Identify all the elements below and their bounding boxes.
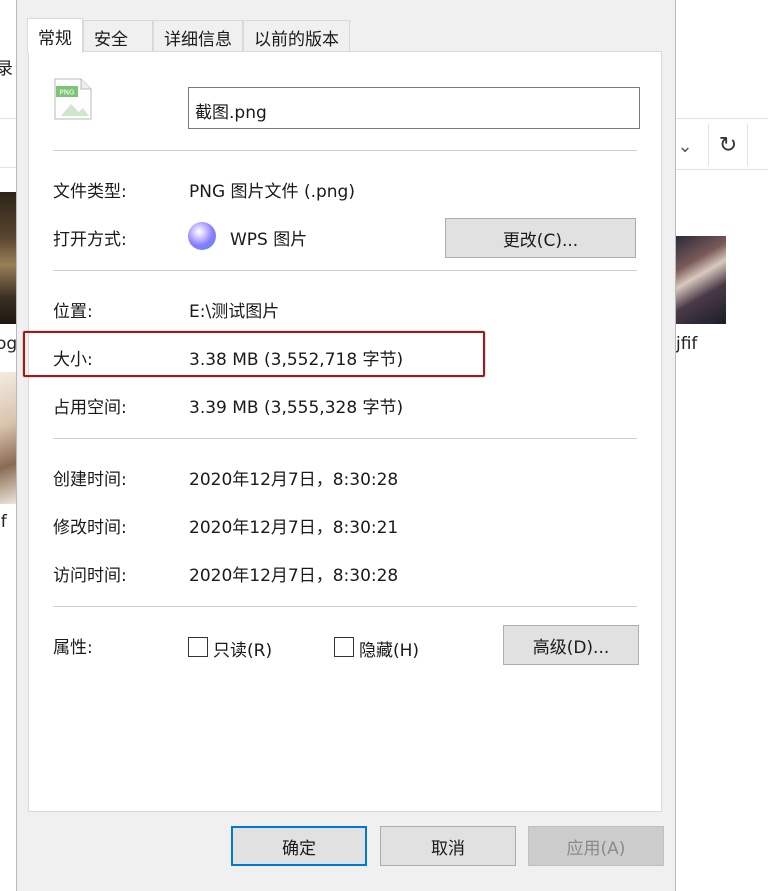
properties-dialog: 常规 安全 详细信息 以前的版本 PNG 文件类型: PNG 图片文件 (.pn… bbox=[16, 0, 676, 891]
open-with-value: WPS 图片 bbox=[230, 230, 308, 250]
readonly-checkbox[interactable] bbox=[188, 637, 208, 657]
file-type-label: 文件类型: bbox=[53, 182, 127, 202]
cancel-button[interactable]: 取消 bbox=[380, 826, 516, 866]
tab-general[interactable]: 常规 bbox=[27, 18, 83, 53]
separator bbox=[53, 438, 637, 439]
size-on-disk-label: 占用空间: bbox=[53, 398, 127, 418]
wps-app-icon bbox=[188, 222, 216, 250]
change-button[interactable]: 更改(C)... bbox=[445, 218, 636, 258]
created-value: 2020年12月7日，8:30:28 bbox=[189, 470, 399, 490]
created-label: 创建时间: bbox=[53, 470, 127, 490]
background-left-text: 录 bbox=[0, 59, 13, 79]
general-panel: PNG 文件类型: PNG 图片文件 (.png) 打开方式: WPS 图片 更… bbox=[28, 51, 662, 812]
tab-details[interactable]: 详细信息 bbox=[153, 20, 243, 54]
accessed-value: 2020年12月7日，8:30:28 bbox=[189, 566, 399, 586]
separator bbox=[53, 270, 637, 271]
background-thumbnail[interactable] bbox=[676, 236, 726, 324]
separator bbox=[53, 606, 637, 607]
modified-label: 修改时间: bbox=[53, 518, 127, 538]
ok-button[interactable]: 确定 bbox=[231, 826, 367, 866]
attributes-label: 属性: bbox=[53, 638, 93, 658]
background-left-text: og bbox=[0, 334, 18, 354]
hidden-checkbox-label[interactable]: 隐藏(H) bbox=[359, 636, 419, 661]
background-toolbar-left bbox=[0, 118, 16, 168]
open-with-label: 打开方式: bbox=[53, 230, 127, 250]
size-highlight-box bbox=[23, 331, 485, 377]
file-type-value: PNG 图片文件 (.png) bbox=[189, 182, 355, 202]
tab-strip: 常规 安全 详细信息 以前的版本 bbox=[27, 18, 350, 54]
png-file-icon: PNG bbox=[54, 78, 92, 120]
background-thumbnail[interactable] bbox=[0, 372, 16, 504]
tab-security[interactable]: 安全 bbox=[83, 20, 153, 54]
modified-value: 2020年12月7日，8:30:21 bbox=[189, 518, 399, 538]
background-thumbnail[interactable] bbox=[0, 192, 16, 324]
background-window-left: 录 og jf bbox=[0, 0, 18, 891]
readonly-checkbox-label[interactable]: 只读(R) bbox=[213, 636, 272, 661]
advanced-button[interactable]: 高级(D)... bbox=[503, 625, 639, 665]
background-right-text: jfif bbox=[676, 334, 698, 354]
tab-previous-versions[interactable]: 以前的版本 bbox=[243, 20, 350, 54]
accessed-label: 访问时间: bbox=[53, 566, 127, 586]
size-on-disk-value: 3.39 MB (3,555,328 字节) bbox=[189, 398, 404, 418]
background-left-text: jf bbox=[0, 512, 7, 532]
hidden-checkbox[interactable] bbox=[334, 637, 354, 657]
file-name-field[interactable] bbox=[188, 87, 640, 129]
location-label: 位置: bbox=[53, 302, 93, 322]
separator bbox=[53, 150, 637, 151]
refresh-icon[interactable]: ↻ bbox=[708, 124, 748, 166]
svg-text:PNG: PNG bbox=[60, 89, 75, 97]
apply-button[interactable]: 应用(A) bbox=[528, 826, 664, 866]
background-window-right: ⌄ ↻ jfif bbox=[676, 0, 768, 891]
location-value: E:\测试图片 bbox=[189, 302, 280, 322]
